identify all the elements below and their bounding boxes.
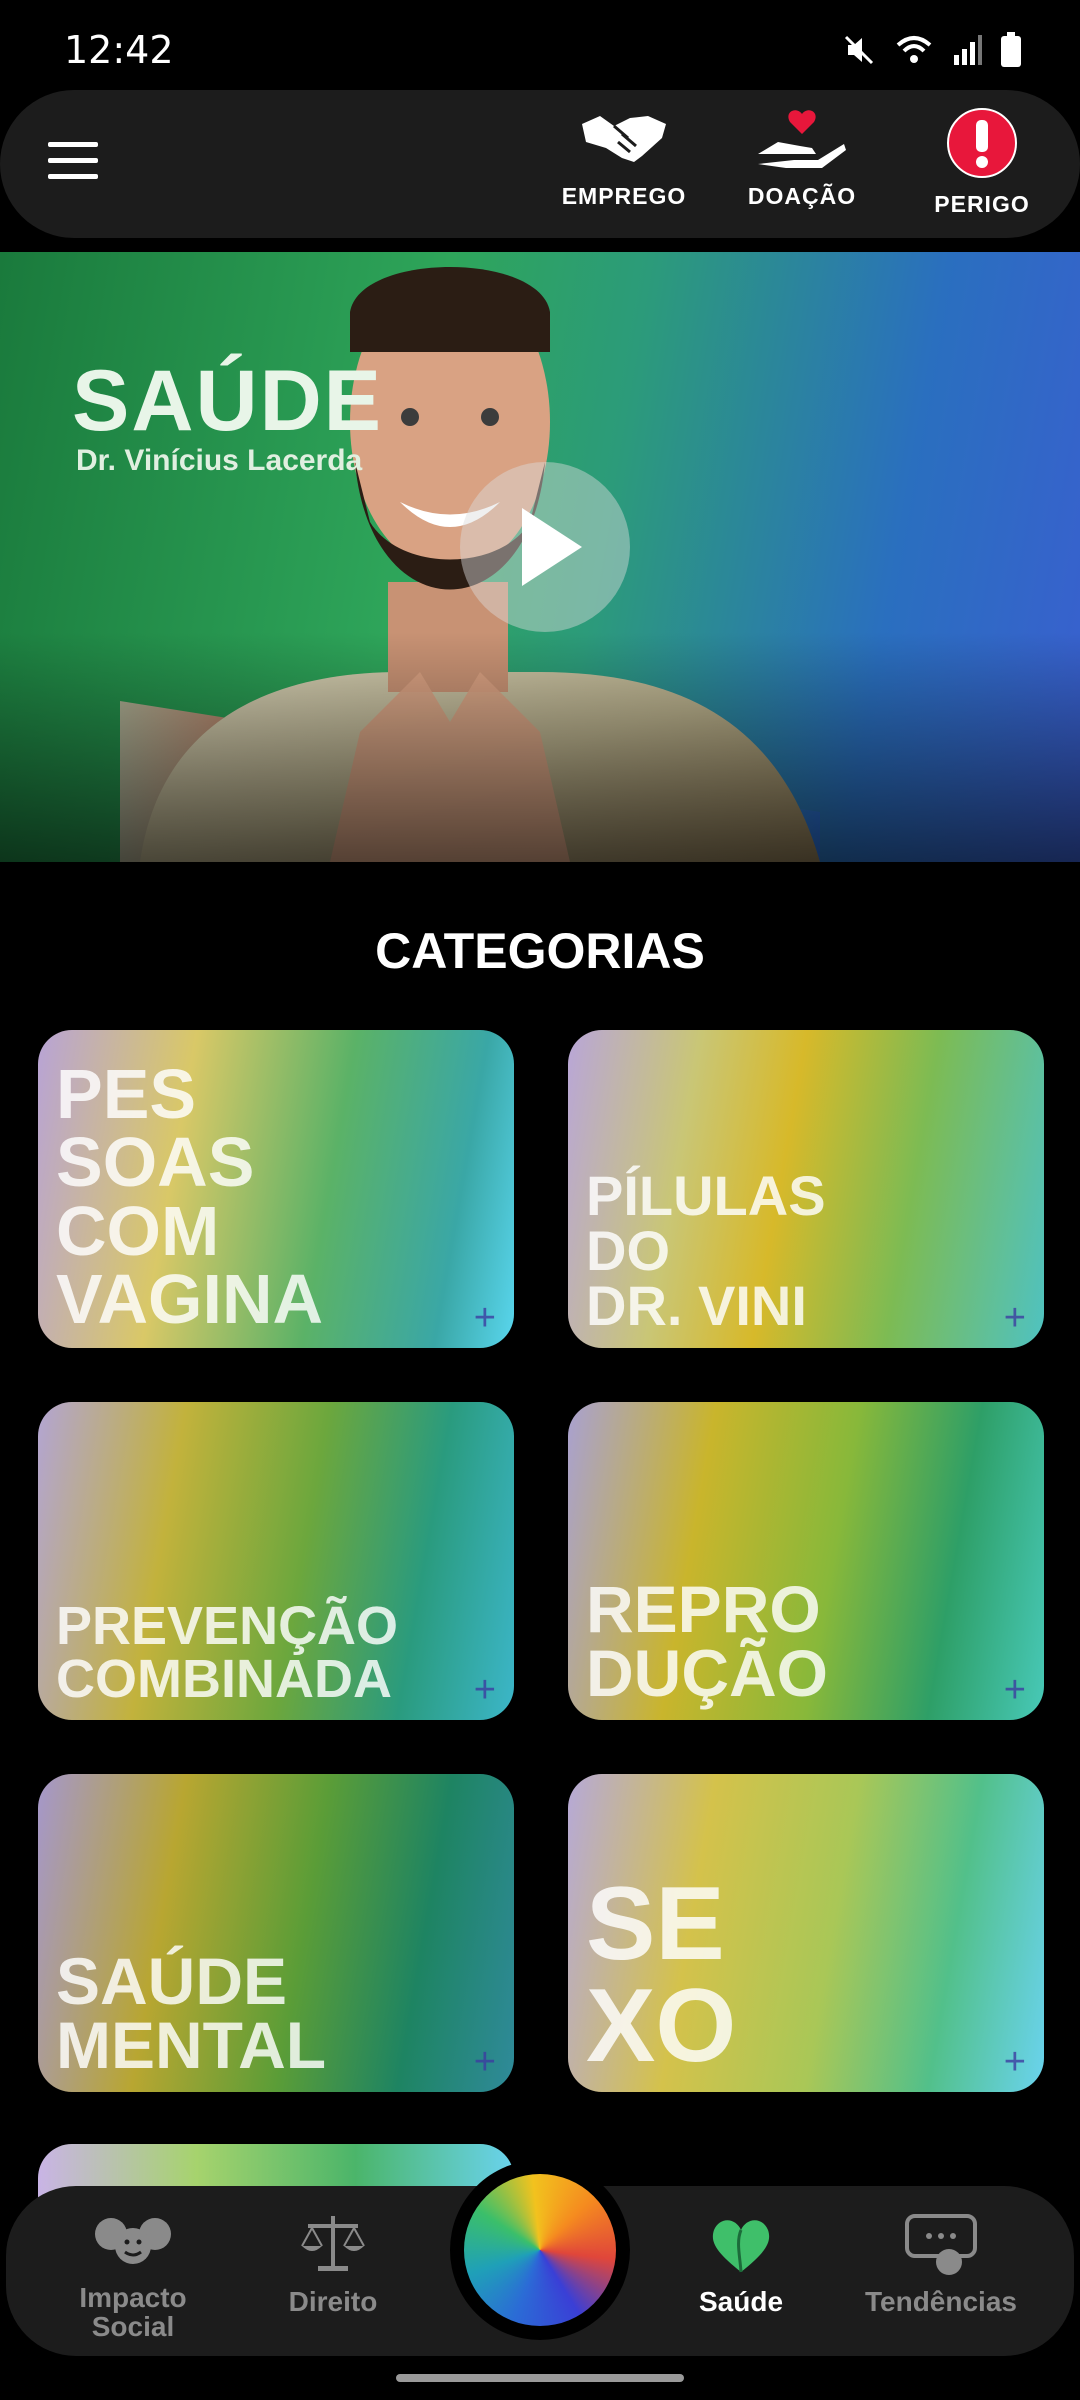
status-icons (842, 32, 1022, 68)
donation-heart-icon (758, 110, 846, 168)
category-card-sexo[interactable]: SE XO + (568, 1774, 1044, 2092)
mute-icon (844, 35, 874, 65)
nav-tendencias[interactable]: Tendências (856, 2212, 1026, 2316)
category-label: REPRO DUÇÃO (586, 1571, 828, 1711)
category-label: SAÚDE MENTAL (56, 1943, 327, 2083)
heart-leaf-icon (712, 2220, 770, 2273)
menu-button[interactable] (48, 142, 98, 182)
battery-icon (1001, 32, 1021, 67)
category-label: PREVENÇÃO COMBINADA (56, 1596, 399, 1710)
nav-label: Direito (288, 2286, 378, 2317)
categories-title: CATEGORIAS (375, 923, 705, 979)
wifi-icon (896, 36, 932, 63)
scales-icon (301, 2216, 365, 2271)
category-label: PES SOAS COM VAGINA (56, 1054, 324, 1339)
category-card-saude-mental[interactable]: SAÚDE MENTAL + (38, 1774, 514, 2092)
center-orb-button[interactable] (450, 2160, 630, 2340)
category-label: SE XO (586, 1866, 737, 2085)
nav-label: Impacto Social (79, 2282, 187, 2343)
status-time: 12:42 (64, 28, 174, 72)
plus-icon: + (473, 2041, 496, 2083)
category-card-prevencao-combinada[interactable]: PREVENÇÃO COMBINADA + (38, 1402, 514, 1720)
category-card-reproducao[interactable]: REPRO DUÇÃO + (568, 1402, 1044, 1720)
hero-title: SAÚDE (72, 353, 384, 449)
doacao-label: DOAÇÃO (747, 183, 857, 209)
nav-impacto-social[interactable]: Impacto Social (48, 2212, 218, 2342)
plus-icon: + (1003, 2041, 1026, 2083)
rainbow-orb-icon (464, 2174, 616, 2326)
hero-video[interactable]: SAÚDE Dr. Vinícius Lacerda (0, 252, 1080, 862)
chat-bubble-icon (905, 2214, 977, 2275)
nav-label: Tendências (865, 2286, 1017, 2317)
emprego-label: EMPREGO (561, 183, 687, 209)
perigo-label: PERIGO (934, 191, 1030, 217)
hamburger-icon (48, 142, 98, 147)
plus-icon: + (473, 1297, 496, 1339)
home-indicator[interactable] (396, 2374, 684, 2382)
handshake-icon (582, 116, 666, 162)
people-icon (95, 2218, 171, 2264)
category-label: PÍLULAS DO DR. VINI (586, 1164, 826, 1338)
hero-subtitle: Dr. Vinícius Lacerda (76, 444, 363, 477)
alert-icon (947, 108, 1017, 178)
category-card-pilulas-do-dr-vini[interactable]: PÍLULAS DO DR. VINI + (568, 1030, 1044, 1348)
play-button[interactable] (460, 462, 630, 632)
top-bar: EMPREGO DOAÇÃO PERIGO (0, 90, 1080, 238)
perigo-button[interactable]: PERIGO (912, 108, 1052, 218)
signal-icon (954, 35, 982, 65)
doacao-button[interactable]: DOAÇÃO (732, 108, 872, 210)
nav-direito[interactable]: Direito (248, 2212, 418, 2316)
plus-icon: + (1003, 1297, 1026, 1339)
plus-icon: + (1003, 1669, 1026, 1711)
category-card-pessoas-com-vagina[interactable]: PES SOAS COM VAGINA + (38, 1030, 514, 1348)
nav-label: Saúde (698, 2286, 784, 2317)
plus-icon: + (473, 1669, 496, 1711)
status-bar: 12:42 (0, 0, 1080, 95)
play-icon (522, 508, 582, 586)
emprego-button[interactable]: EMPREGO (554, 108, 694, 210)
nav-saude[interactable]: Saúde (656, 2212, 826, 2316)
